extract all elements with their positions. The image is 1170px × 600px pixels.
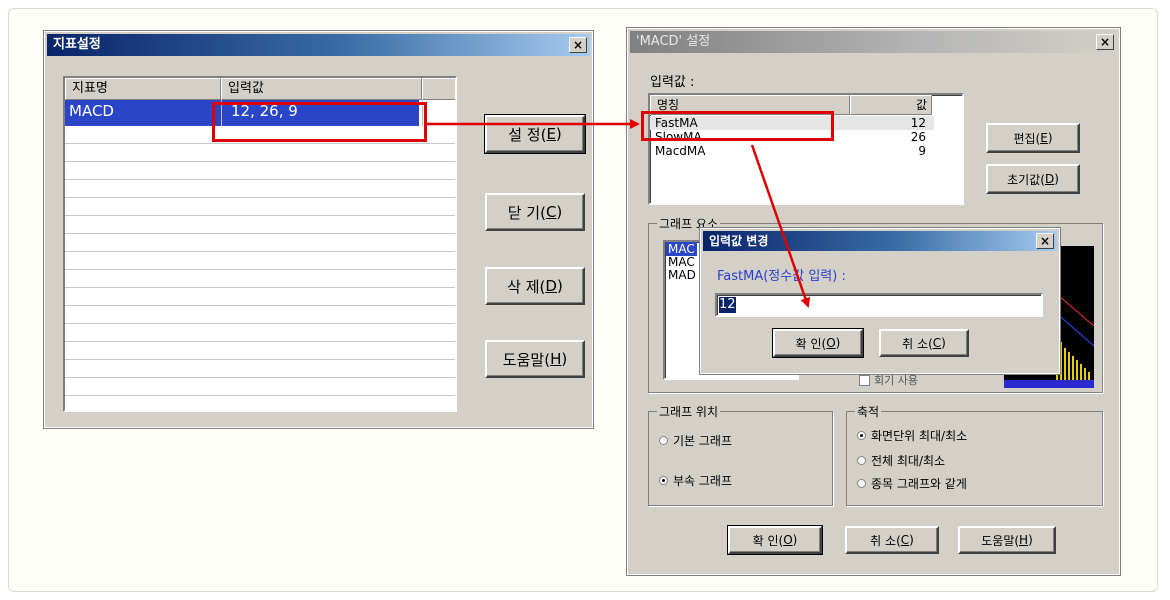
group-label: 축적 — [855, 403, 882, 420]
radio-screen-minmax[interactable]: 화면단위 최대/최소 — [857, 427, 967, 444]
radio-icon — [857, 456, 866, 465]
dialog-titlebar: 'MACD' 설정 × — [630, 31, 1117, 53]
value-input[interactable]: 12 — [715, 293, 1043, 317]
list-item[interactable]: MAD — [666, 268, 698, 282]
scale-group: 축적 화면단위 최대/최소 전체 최대/최소 종목 그래프와 같게 — [846, 403, 1103, 506]
annotation-box-param — [641, 111, 834, 141]
list-item[interactable]: MacdMA 9 — [650, 144, 934, 158]
radio-selected-icon — [857, 431, 866, 440]
edit-button[interactable]: 편집(E) — [986, 123, 1080, 153]
close-button[interactable]: 닫 기(C) — [485, 193, 585, 231]
indicator-settings-dialog: 지표설정 × 지표명 입력값 MACD 12, 26, 9 설 정(E) 닫 기… — [43, 30, 594, 429]
dialog-title: 'MACD' 설정 — [636, 34, 711, 49]
radio-total-minmax[interactable]: 전체 최대/최소 — [857, 452, 945, 469]
input-values-label: 입력값 : — [650, 75, 695, 90]
input-value: 12 — [719, 297, 736, 313]
dialog-title: 지표설정 — [53, 37, 101, 52]
dialog-titlebar: 지표설정 × — [47, 34, 590, 56]
empty-rows — [65, 126, 455, 410]
radio-basic-graph[interactable]: 기본 그래프 — [659, 432, 732, 449]
delete-button[interactable]: 삭 제(D) — [485, 267, 585, 305]
close-icon[interactable]: × — [569, 37, 587, 53]
ok-button[interactable]: 확 인(O) — [727, 525, 823, 555]
cancel-button[interactable]: 취 소(C) — [845, 526, 939, 554]
column-header-name[interactable]: 지표명 — [65, 78, 221, 100]
annotation-box-value — [212, 102, 427, 142]
list-item[interactable]: MAC — [666, 255, 697, 269]
cell-indicator-name: MACD — [69, 102, 114, 120]
column-header-value[interactable]: 입력값 — [221, 78, 422, 100]
close-icon[interactable]: × — [1036, 233, 1054, 249]
list-item[interactable]: MAC — [666, 242, 697, 256]
group-label: 그래프 위치 — [657, 403, 721, 420]
help-button[interactable]: 도움말(H) — [958, 526, 1056, 554]
partial-checkbox[interactable]: 회기 사용 — [859, 372, 918, 388]
radio-sub-graph[interactable]: 부속 그래프 — [659, 472, 732, 489]
radio-selected-icon — [659, 476, 668, 485]
radio-icon — [659, 436, 668, 445]
reset-defaults-button[interactable]: 초기값(D) — [986, 164, 1080, 194]
column-header-param-value[interactable]: 값 — [850, 95, 932, 115]
input-change-dialog: 입력값 변경 × FastMA(정수값 입력) : 12 확 인(O) 취 소(… — [699, 227, 1061, 375]
checkbox-icon — [859, 374, 870, 386]
dialog-titlebar: 입력값 변경 × — [703, 231, 1057, 251]
cancel-button[interactable]: 취 소(C) — [879, 329, 969, 357]
ok-button[interactable]: 확 인(O) — [772, 328, 864, 358]
column-header-extra[interactable] — [422, 78, 455, 100]
help-button[interactable]: 도움말(H) — [485, 340, 585, 378]
parameter-list: 명칭 값 FastMA 12 SlowMA 26 MacdMA 9 — [648, 93, 964, 205]
graph-position-group: 그래프 위치 기본 그래프 부속 그래프 — [648, 403, 833, 506]
close-icon[interactable]: × — [1096, 34, 1114, 50]
input-prompt: FastMA(정수값 입력) : — [717, 269, 846, 284]
radio-same-as-item[interactable]: 종목 그래프와 같게 — [857, 475, 967, 492]
radio-icon — [857, 479, 866, 488]
dialog-title: 입력값 변경 — [709, 234, 769, 248]
set-button[interactable]: 설 정(E) — [484, 114, 586, 154]
